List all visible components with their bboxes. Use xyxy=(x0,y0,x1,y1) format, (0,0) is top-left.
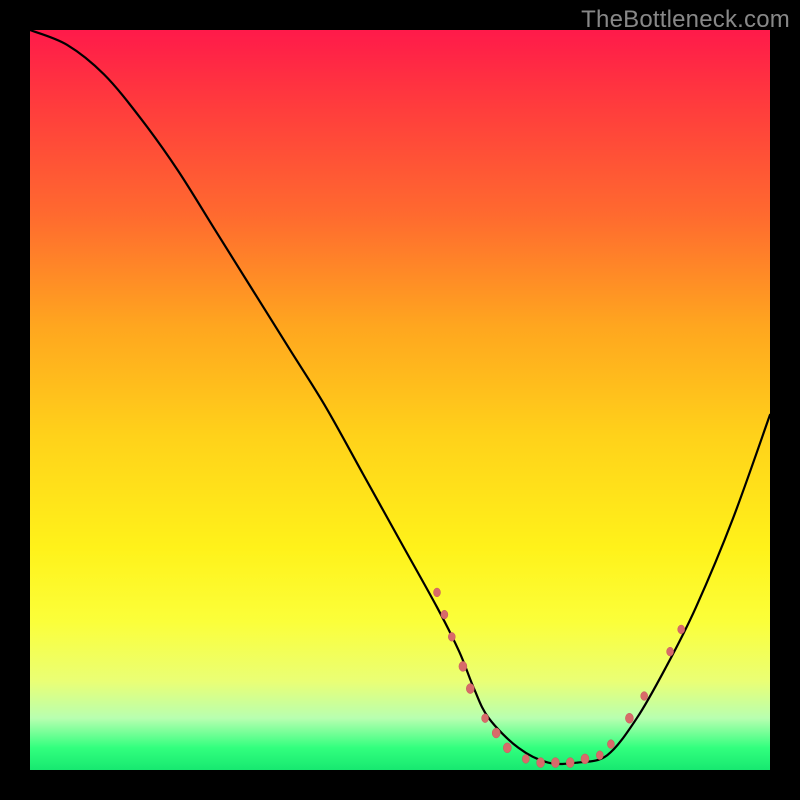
curve-svg xyxy=(30,30,770,770)
bottleneck-curve-line xyxy=(30,30,770,764)
curve-markers xyxy=(434,588,685,768)
curve-marker xyxy=(466,684,474,694)
curve-marker xyxy=(537,758,545,768)
curve-marker xyxy=(448,632,455,641)
curve-marker xyxy=(607,740,614,749)
curve-marker xyxy=(678,625,685,634)
curve-marker xyxy=(667,647,674,656)
curve-marker xyxy=(459,661,467,671)
curve-marker xyxy=(581,754,589,764)
curve-marker xyxy=(441,610,448,619)
curve-marker xyxy=(625,713,633,723)
curve-marker xyxy=(596,751,603,760)
curve-marker xyxy=(641,692,648,701)
curve-marker xyxy=(482,714,489,723)
plot-area xyxy=(30,30,770,770)
curve-marker xyxy=(522,755,529,764)
curve-marker xyxy=(503,743,511,753)
curve-marker xyxy=(492,728,500,738)
curve-marker xyxy=(434,588,441,597)
bottleneck-chart: TheBottleneck.com xyxy=(0,0,800,800)
watermark-text: TheBottleneck.com xyxy=(581,6,790,34)
curve-marker xyxy=(551,758,559,768)
curve-marker xyxy=(566,758,574,768)
